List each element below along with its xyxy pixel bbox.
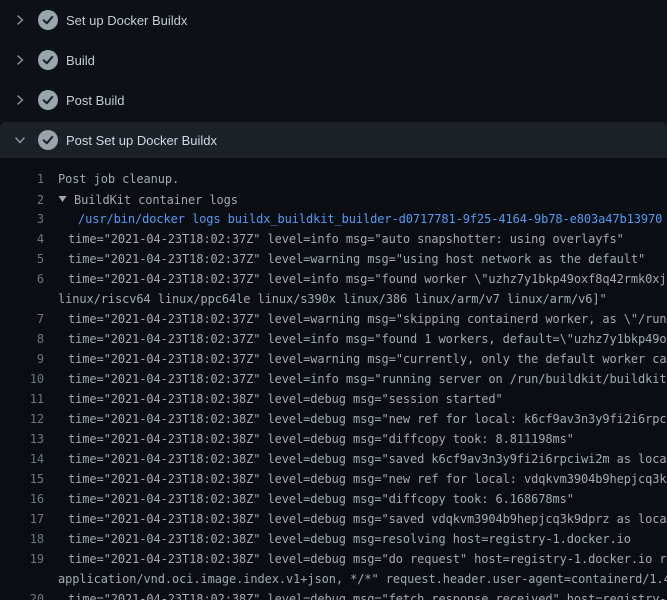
log-line: 5 time="2021-04-23T18:02:37Z" level=warni… [0, 249, 667, 269]
line-number[interactable]: 10 [0, 369, 44, 389]
log-line: 18 time="2021-04-23T18:02:38Z" level=debu… [0, 529, 667, 549]
log-line: 12 time="2021-04-23T18:02:38Z" level=debu… [0, 409, 667, 429]
log-text: time="2021-04-23T18:02:38Z" level=debug … [68, 589, 666, 600]
log-line: 17 time="2021-04-23T18:02:38Z" level=debu… [0, 509, 667, 529]
step-label: Set up Docker Buildx [66, 13, 187, 28]
check-circle-icon [38, 130, 58, 150]
log-text: application/vnd.oci.image.index.v1+json,… [58, 569, 667, 589]
step-row-post-build[interactable]: Post Build [0, 80, 667, 120]
log-text: time="2021-04-23T18:02:37Z" level=info m… [68, 329, 667, 349]
log-group-toggle[interactable]: BuildKit container logs [58, 189, 238, 210]
line-number[interactable]: 8 [0, 329, 44, 349]
line-number[interactable]: 13 [0, 429, 44, 449]
step-label: Build [66, 53, 95, 68]
actions-log-viewer: Set up Docker Buildx Build Post Build Post … [0, 0, 667, 600]
steps-list: Set up Docker Buildx Build Post Build Post … [0, 0, 667, 158]
step-row-post-set-up-docker-buildx[interactable]: Post Set up Docker Buildx [0, 122, 667, 158]
line-number[interactable]: 20 [0, 589, 44, 600]
log-text: time="2021-04-23T18:02:37Z" level=info m… [68, 269, 667, 289]
log-text: time="2021-04-23T18:02:37Z" level=warnin… [68, 249, 645, 269]
log-line: application/vnd.oci.image.index.v1+json,… [0, 569, 667, 589]
log-text: Post job cleanup. [58, 169, 179, 189]
step-label: Post Build [66, 93, 125, 108]
line-number[interactable]: 6 [0, 269, 44, 289]
log-line: 20 time="2021-04-23T18:02:38Z" level=debu… [0, 589, 667, 600]
log-line: 4 time="2021-04-23T18:02:37Z" level=info … [0, 229, 667, 249]
triangle-down-icon [58, 189, 67, 197]
line-number[interactable]: 9 [0, 349, 44, 369]
check-circle-icon [38, 10, 58, 30]
log-text: time="2021-04-23T18:02:38Z" level=debug … [68, 409, 667, 429]
log-line: 9 time="2021-04-23T18:02:37Z" level=warni… [0, 349, 667, 369]
line-number[interactable]: 4 [0, 229, 44, 249]
check-circle-icon [38, 50, 58, 70]
log-text: time="2021-04-23T18:02:38Z" level=debug … [68, 489, 574, 509]
log-line: linux/riscv64 linux/ppc64le linux/s390x … [0, 289, 667, 309]
step-label: Post Set up Docker Buildx [66, 133, 217, 148]
log-line: 14 time="2021-04-23T18:02:38Z" level=debu… [0, 449, 667, 469]
log-command-text: /usr/bin/docker logs buildx_buildkit_bui… [78, 209, 662, 229]
log-line: 1 Post job cleanup. [0, 169, 667, 189]
chevron-right-icon [14, 54, 26, 66]
log-text: time="2021-04-23T18:02:38Z" level=debug … [68, 549, 667, 569]
chevron-right-icon [14, 14, 26, 26]
line-number[interactable]: 2 [0, 190, 44, 210]
log-line: 19 time="2021-04-23T18:02:38Z" level=debu… [0, 549, 667, 569]
log-text: time="2021-04-23T18:02:37Z" level=warnin… [68, 309, 667, 329]
line-number[interactable]: 12 [0, 409, 44, 429]
log-line: 11 time="2021-04-23T18:02:38Z" level=debu… [0, 389, 667, 409]
log-line: 6 time="2021-04-23T18:02:37Z" level=info … [0, 269, 667, 289]
log-text: time="2021-04-23T18:02:38Z" level=debug … [68, 429, 574, 449]
line-number[interactable]: 3 [0, 209, 44, 229]
log-text: time="2021-04-23T18:02:37Z" level=warnin… [68, 349, 667, 369]
log-line: 10 time="2021-04-23T18:02:37Z" level=info… [0, 369, 667, 389]
log-line: 3/usr/bin/docker logs buildx_buildkit_bu… [0, 209, 667, 229]
line-number[interactable]: 1 [0, 169, 44, 189]
log-text: time="2021-04-23T18:02:38Z" level=debug … [68, 529, 631, 549]
log-line: 2 BuildKit container logs [0, 189, 667, 209]
line-number[interactable]: 11 [0, 389, 44, 409]
log-text: time="2021-04-23T18:02:38Z" level=debug … [68, 449, 667, 469]
chevron-right-icon [14, 94, 26, 106]
log-line: 16 time="2021-04-23T18:02:38Z" level=debu… [0, 489, 667, 509]
line-number[interactable]: 18 [0, 529, 44, 549]
step-row-build[interactable]: Build [0, 40, 667, 80]
log-line: 13 time="2021-04-23T18:02:38Z" level=debu… [0, 429, 667, 449]
log-group-label: BuildKit container logs [74, 193, 238, 207]
line-number[interactable]: 7 [0, 309, 44, 329]
line-number[interactable]: 16 [0, 489, 44, 509]
line-number[interactable]: 15 [0, 469, 44, 489]
line-number[interactable]: 17 [0, 509, 44, 529]
log-line: 7 time="2021-04-23T18:02:37Z" level=warni… [0, 309, 667, 329]
log-line: 15 time="2021-04-23T18:02:38Z" level=debu… [0, 469, 667, 489]
line-number[interactable]: 5 [0, 249, 44, 269]
log-line: 8 time="2021-04-23T18:02:37Z" level=info … [0, 329, 667, 349]
log-text: time="2021-04-23T18:02:38Z" level=debug … [68, 509, 667, 529]
line-number[interactable]: 19 [0, 549, 44, 569]
log-text: time="2021-04-23T18:02:37Z" level=info m… [68, 369, 667, 389]
log-text: time="2021-04-23T18:02:37Z" level=info m… [68, 229, 624, 249]
check-circle-icon [38, 90, 58, 110]
log-text: time="2021-04-23T18:02:38Z" level=debug … [68, 469, 667, 489]
line-number[interactable]: 14 [0, 449, 44, 469]
step-row-set-up-docker-buildx[interactable]: Set up Docker Buildx [0, 0, 667, 40]
log-text: linux/riscv64 linux/ppc64le linux/s390x … [58, 289, 607, 309]
log-console: 1 Post job cleanup. 2 BuildKit container lo… [0, 158, 667, 600]
chevron-down-icon [14, 134, 26, 146]
log-text: time="2021-04-23T18:02:38Z" level=debug … [68, 389, 503, 409]
